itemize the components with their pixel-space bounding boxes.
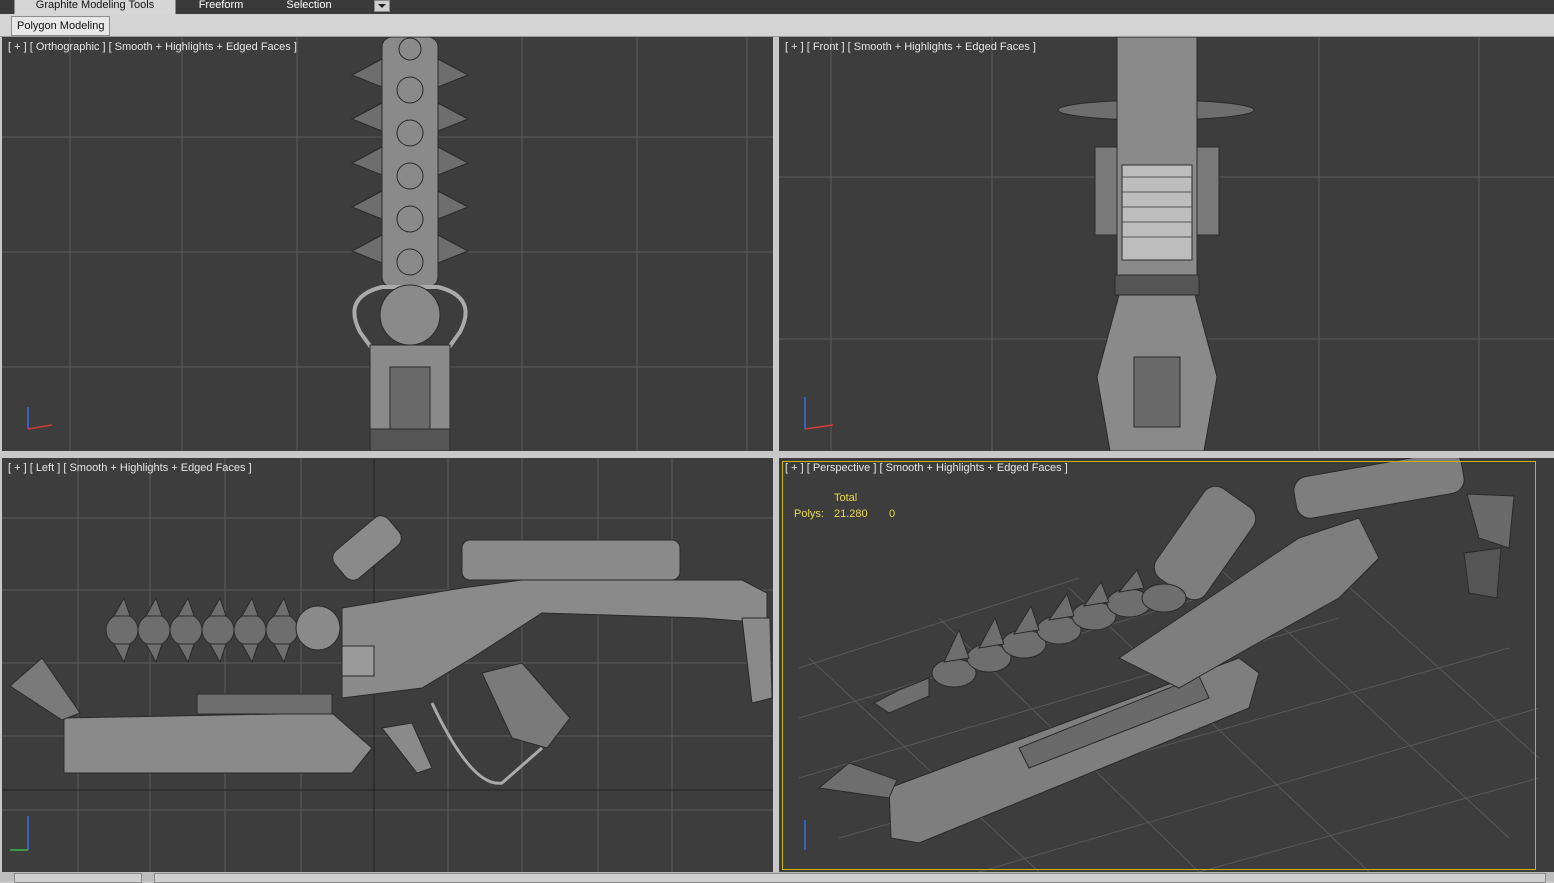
viewport-grid (779, 37, 1554, 451)
viewport-label[interactable]: [ + ] [ Front ] [ Smooth + Highlights + … (785, 41, 1036, 53)
viewport-label[interactable]: [ + ] [ Perspective ] [ Smooth + Highlig… (785, 462, 1068, 474)
viewport-grid (2, 458, 773, 872)
viewport-orthographic[interactable]: [ + ] [ Orthographic ] [ Smooth + Highli… (2, 37, 773, 451)
stats-polys-label: Polys: (794, 508, 824, 520)
stats-polys-total: 21.280 (834, 508, 868, 520)
track-bar[interactable] (154, 873, 1546, 883)
active-viewport-border (782, 461, 1536, 870)
model-front-view (1057, 37, 1255, 451)
ribbon-panel: Polygon Modeling (0, 14, 1554, 37)
viewport-left[interactable]: [ + ] [ Left ] [ Smooth + Highlights + E… (2, 458, 773, 872)
stats-header: Total (834, 492, 858, 504)
status-bar (0, 872, 1554, 883)
tab-graphite-modeling-tools[interactable]: Graphite Modeling Tools (14, 0, 176, 15)
ribbon-tab-bar: Graphite Modeling Tools Freeform Selecti… (0, 0, 1554, 15)
axis-gizmo-icon (10, 816, 29, 851)
axis-gizmo-icon (804, 397, 834, 430)
viewport-perspective[interactable]: [ + ] [ Perspective ] [ Smooth + Highlig… (779, 458, 1554, 872)
time-slider[interactable] (14, 873, 142, 883)
viewport-label[interactable]: [ + ] [ Orthographic ] [ Smooth + Highli… (8, 41, 297, 53)
stats-polys-selected: 0 (889, 508, 896, 520)
ribbon-dropdown-icon[interactable] (374, 0, 390, 12)
viewport-front[interactable]: [ + ] [ Front ] [ Smooth + Highlights + … (779, 37, 1554, 451)
model-side-view (9, 515, 773, 785)
viewport-grid (2, 37, 773, 451)
tab-freeform[interactable]: Freeform (188, 0, 254, 14)
tab-selection[interactable]: Selection (278, 0, 340, 14)
model-top-view (350, 37, 470, 451)
polygon-modeling-button[interactable]: Polygon Modeling (11, 16, 111, 36)
viewport-label[interactable]: [ + ] [ Left ] [ Smooth + Highlights + E… (8, 462, 252, 474)
axis-gizmo-icon (27, 407, 53, 430)
